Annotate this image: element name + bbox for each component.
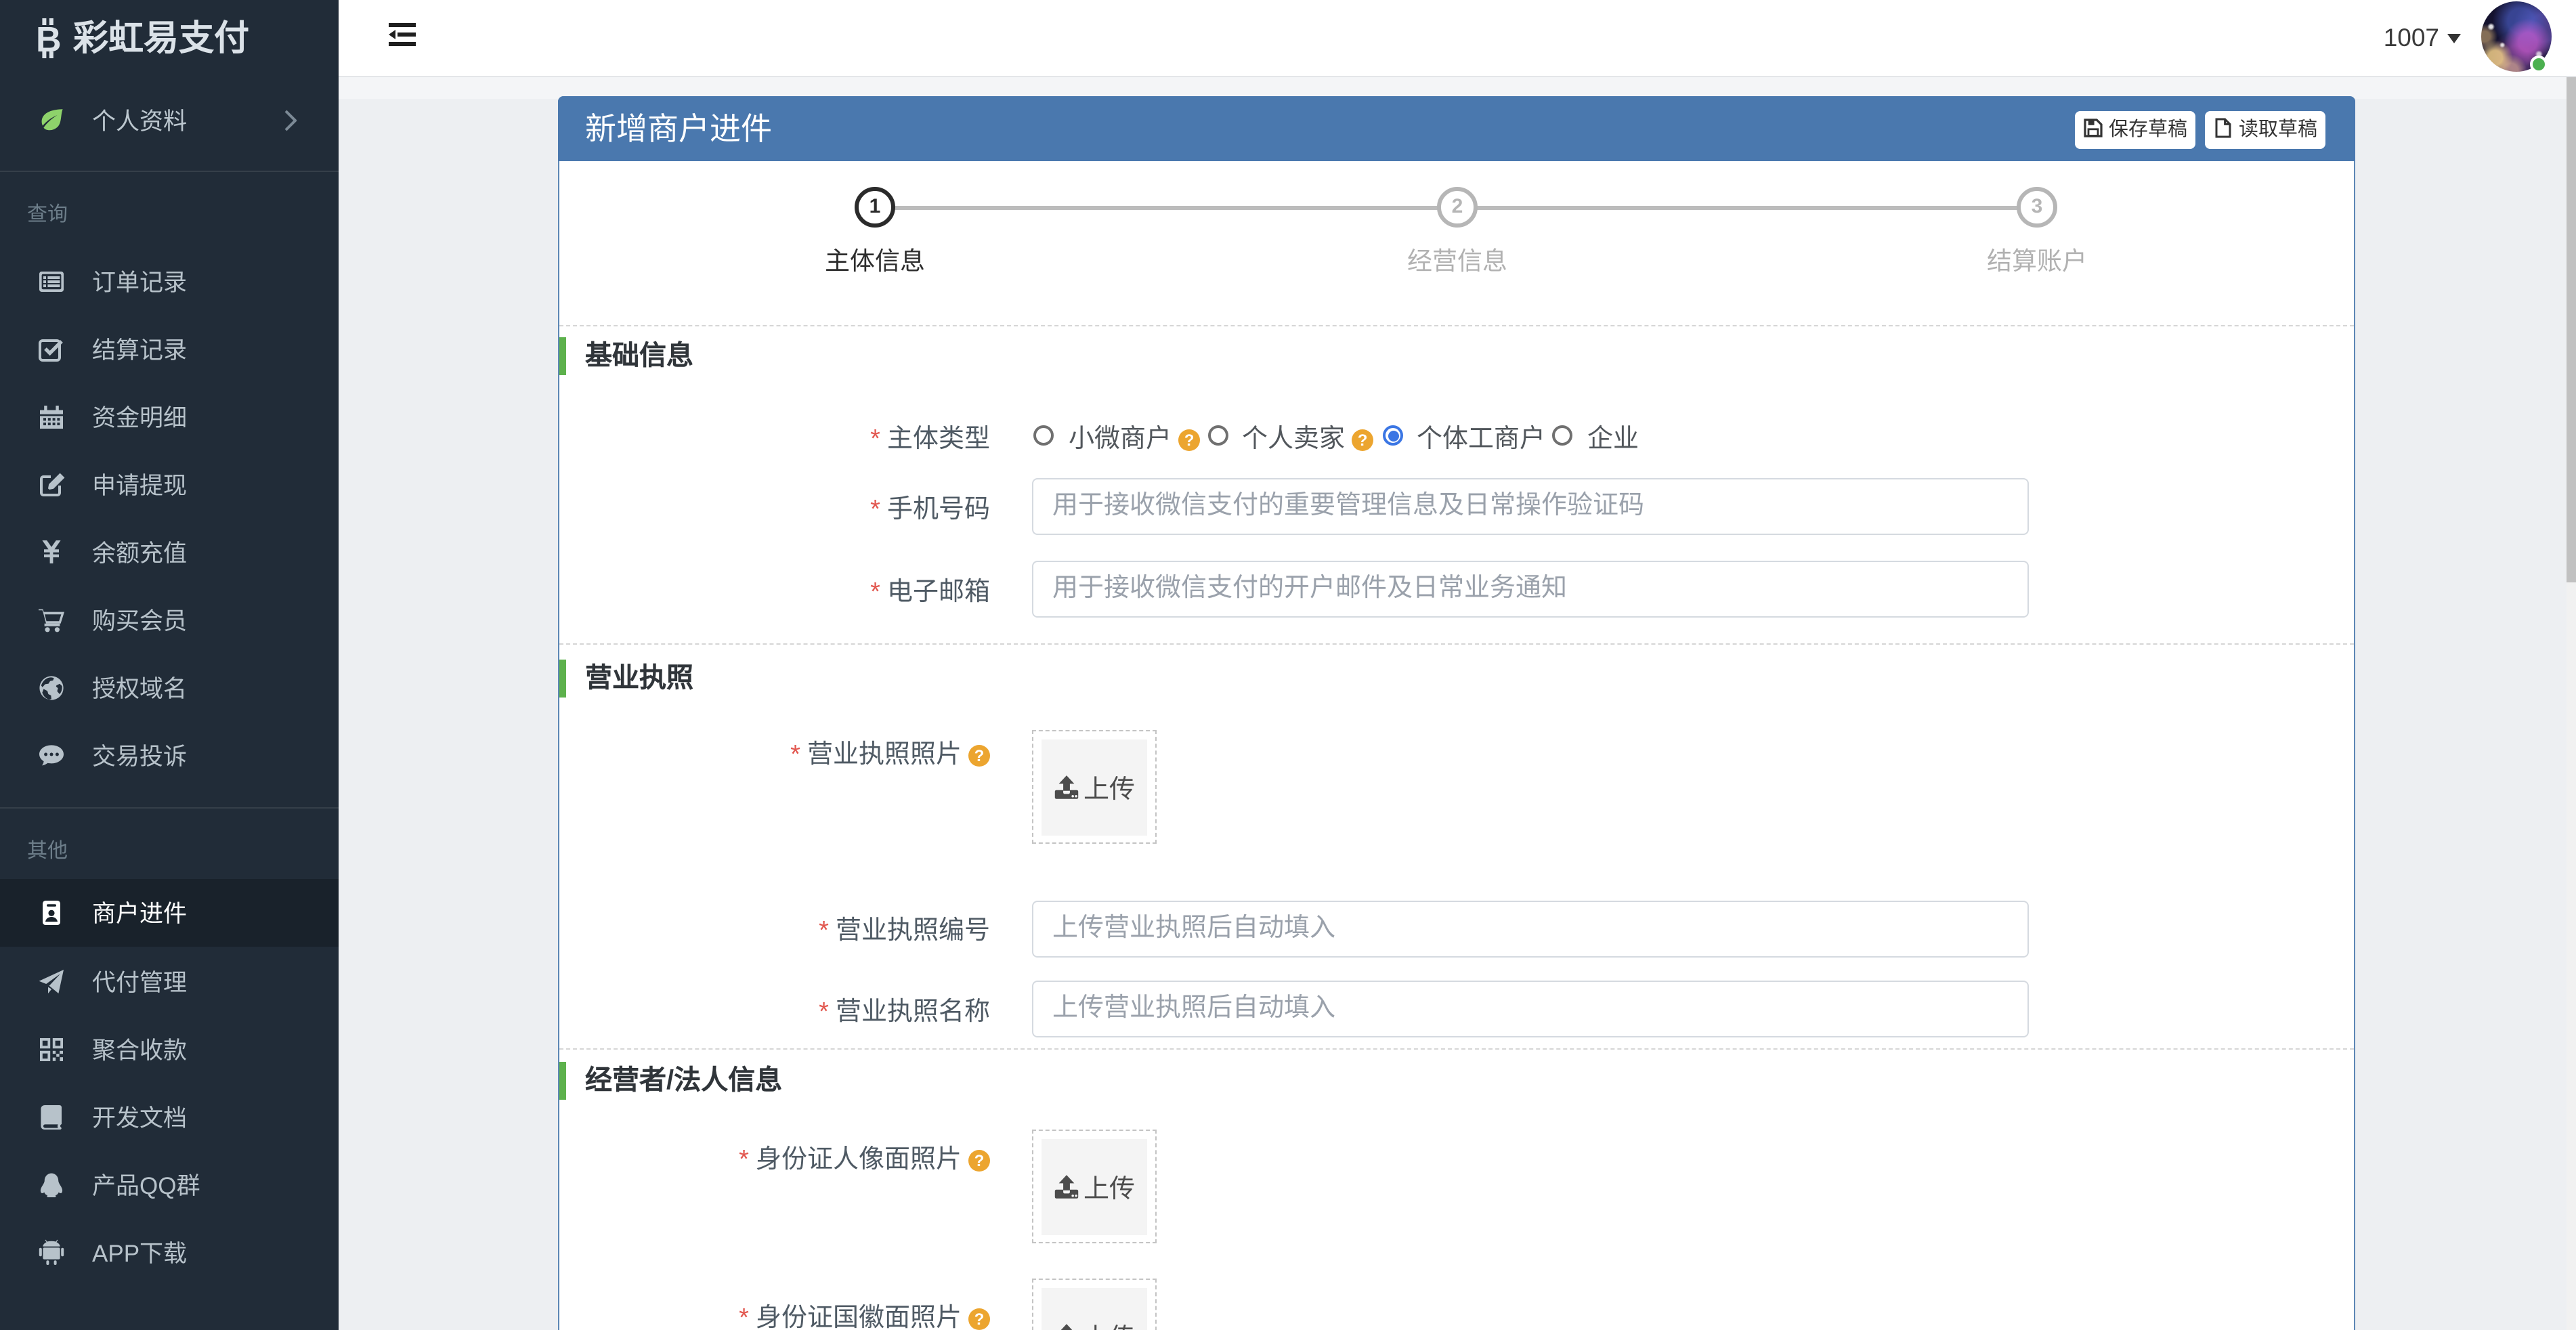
svg-text:B: B [36,20,62,60]
